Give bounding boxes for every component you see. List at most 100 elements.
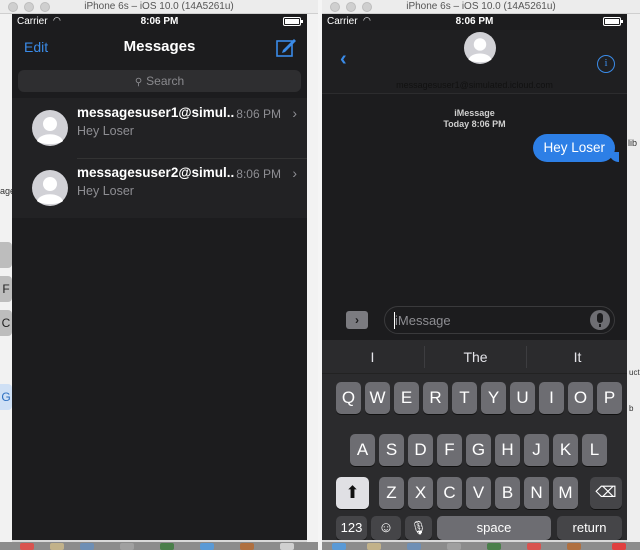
phone-screen: Carrier ◠ 8:06 PM Edit Messages ⚲Search — [12, 14, 307, 540]
suggestion-bar: I The It — [322, 340, 627, 374]
info-icon[interactable]: i — [597, 55, 615, 73]
conversation-name: messagesuser2@simul... — [77, 165, 235, 180]
key[interactable]: G — [466, 434, 491, 466]
avatar-icon — [32, 170, 68, 206]
window-titlebar[interactable]: iPhone 6s – iOS 10.0 (14A5261u) — [322, 0, 640, 14]
key[interactable]: S — [379, 434, 404, 466]
background-window-strip: F C G age — [0, 14, 15, 544]
key[interactable]: E — [394, 382, 419, 414]
status-bar: Carrier ◠ 8:06 PM — [12, 14, 307, 30]
key[interactable]: T — [452, 382, 477, 414]
message-bubble[interactable]: Hey Loser — [533, 134, 619, 162]
dock-app-icon[interactable] — [487, 543, 501, 550]
key[interactable]: Y — [481, 382, 506, 414]
key[interactable]: W — [365, 382, 390, 414]
suggestion[interactable]: The — [425, 349, 526, 365]
space-key[interactable]: space — [437, 516, 551, 540]
dictation-icon[interactable]: 🎙 — [405, 516, 432, 540]
dock-app-icon[interactable] — [407, 543, 421, 550]
dock-app-icon[interactable] — [447, 543, 461, 550]
background-button[interactable]: F — [0, 276, 12, 302]
background-window-strip — [307, 14, 318, 544]
dock-app-icon[interactable] — [50, 543, 64, 550]
mic-icon[interactable] — [590, 310, 610, 330]
conversation-preview: Hey Loser — [77, 124, 134, 138]
key[interactable]: J — [524, 434, 549, 466]
key[interactable]: C — [437, 477, 462, 509]
window-titlebar[interactable]: iPhone 6s – iOS 10.0 (14A5261u) — [0, 0, 318, 14]
compose-icon[interactable] — [275, 36, 297, 58]
background-button[interactable]: C — [0, 310, 12, 336]
conversation-name: messagesuser1@simul... — [77, 105, 235, 120]
dock-app-icon[interactable] — [200, 543, 214, 550]
dock-app-icon[interactable] — [527, 543, 541, 550]
return-key[interactable]: return — [557, 516, 622, 540]
suggestion[interactable]: I — [322, 349, 423, 365]
background-text: lib — [628, 138, 638, 148]
apps-icon[interactable]: › — [346, 311, 368, 329]
battery-icon — [283, 17, 303, 26]
numbers-key[interactable]: 123 — [336, 516, 367, 540]
shift-icon[interactable]: ⬆ — [336, 477, 369, 509]
avatar-icon[interactable] — [464, 32, 496, 64]
key[interactable]: V — [466, 477, 491, 509]
dock-app-icon[interactable] — [120, 543, 134, 550]
key[interactable]: N — [524, 477, 549, 509]
dock-app-icon[interactable] — [367, 543, 381, 550]
dock-app-icon[interactable] — [332, 543, 346, 550]
message-input[interactable]: iMessage — [384, 306, 615, 334]
suggestion[interactable]: It — [527, 349, 627, 365]
key[interactable]: B — [495, 477, 520, 509]
dock-app-icon[interactable] — [240, 543, 254, 550]
key[interactable]: R — [423, 382, 448, 414]
dock — [0, 542, 318, 550]
status-time: 8:06 PM — [140, 16, 179, 27]
conversation-row[interactable]: messagesuser1@simul... 8:06 PM › Hey Los… — [12, 98, 307, 159]
key[interactable]: M — [553, 477, 578, 509]
key[interactable]: Z — [379, 477, 404, 509]
key[interactable]: D — [408, 434, 433, 466]
backspace-icon[interactable]: ⌫ — [590, 477, 622, 509]
status-time: 8:06 PM — [455, 16, 494, 27]
back-chevron-icon[interactable]: ‹ — [340, 48, 347, 71]
key[interactable]: X — [408, 477, 433, 509]
background-window-strip: lib — [627, 14, 640, 544]
emoji-icon[interactable]: ☺ — [371, 516, 401, 540]
chevron-right-icon: › — [292, 165, 297, 181]
search-input[interactable]: ⚲ Search — [18, 70, 301, 92]
key[interactable]: Q — [336, 382, 361, 414]
dock-app-icon[interactable] — [80, 543, 94, 550]
dock-app-icon[interactable] — [160, 543, 174, 550]
dock-app-icon[interactable] — [280, 543, 294, 550]
search-icon: ⚲ — [134, 77, 143, 88]
contact-name[interactable]: messagesuser1@simulated.icloud.com — [322, 80, 627, 90]
background-text: b — [629, 404, 634, 413]
key[interactable]: A — [350, 434, 375, 466]
key[interactable]: U — [510, 382, 535, 414]
status-bar: Carrier ◠ 8:06 PM — [322, 14, 627, 30]
dock-app-icon[interactable] — [567, 543, 581, 550]
conversation-row[interactable]: messagesuser2@simul... 8:06 PM › Hey Los… — [12, 158, 307, 218]
conversation-list: messagesuser1@simul... 8:06 PM › Hey Los… — [12, 98, 307, 218]
screen: iPhone 6s – iOS 10.0 (14A5261u) F C G ag… — [0, 0, 640, 550]
key[interactable]: I — [539, 382, 564, 414]
conversation-time: 8:06 PM — [236, 107, 281, 121]
simulator-left: iPhone 6s – iOS 10.0 (14A5261u) F C G ag… — [0, 0, 318, 550]
key[interactable]: L — [582, 434, 607, 466]
keyboard: I The It Q W E R T Y U I O P A S D F G H… — [322, 340, 627, 540]
window-title: iPhone 6s – iOS 10.0 (14A5261u) — [406, 1, 556, 12]
key[interactable]: F — [437, 434, 462, 466]
key[interactable]: H — [495, 434, 520, 466]
conversation-time: 8:06 PM — [236, 167, 281, 181]
key[interactable]: P — [597, 382, 622, 414]
background-button[interactable]: G — [0, 384, 12, 410]
dock-app-icon[interactable] — [612, 543, 626, 550]
key[interactable]: O — [568, 382, 593, 414]
key[interactable]: K — [553, 434, 578, 466]
thread-time: Today 8:06 PM — [443, 119, 506, 129]
dock-app-icon[interactable] — [20, 543, 34, 550]
background-text: ucts — [629, 368, 640, 377]
background-button[interactable] — [0, 242, 12, 268]
conversation-header: ‹ messagesuser1@simulated.icloud.com i — [322, 30, 627, 94]
message-input-bar: › iMessage — [322, 304, 627, 340]
